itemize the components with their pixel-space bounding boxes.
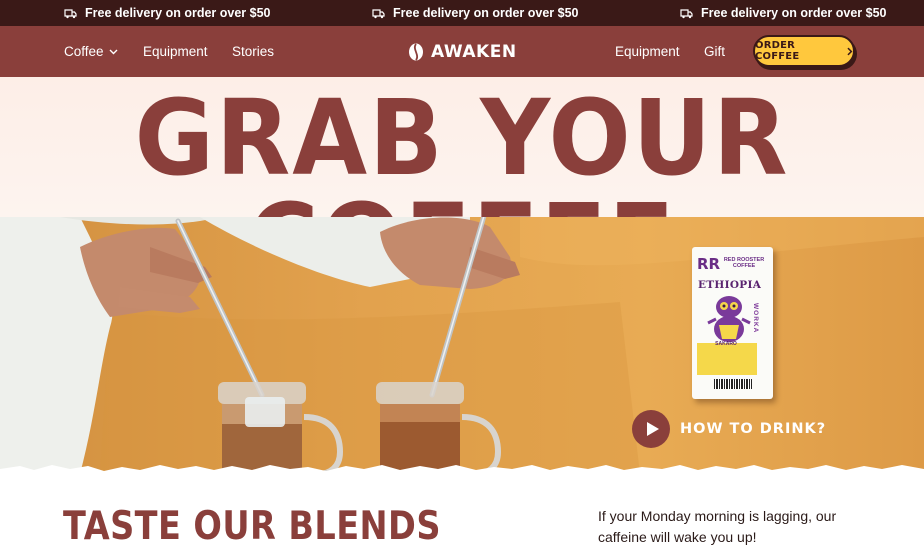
delivery-truck-icon xyxy=(680,8,693,18)
announcement-item: Free delivery on order over $50 xyxy=(372,0,579,26)
play-video-button[interactable] xyxy=(632,410,670,448)
announcement-item: Free delivery on order over $50 xyxy=(680,0,887,26)
nav-link-gift[interactable]: Gift xyxy=(704,26,725,77)
bag-monogram: RR xyxy=(697,255,721,273)
chevron-down-icon xyxy=(109,49,118,54)
how-to-drink-link[interactable]: HOW TO DRINK? xyxy=(680,421,826,437)
barcode-icon xyxy=(714,379,752,389)
bag-illustration xyxy=(707,296,751,342)
coffee-bean-icon xyxy=(409,42,423,61)
main-nav: Coffee Equipment Stories AWAKEN Equipmen… xyxy=(0,26,924,77)
delivery-truck-icon xyxy=(372,8,385,18)
announcement-text: Free delivery on order over $50 xyxy=(393,6,579,20)
play-icon xyxy=(646,422,659,436)
logo[interactable]: AWAKEN xyxy=(408,26,517,77)
logo-text: AWAKEN xyxy=(431,41,517,62)
nav-link-label: Coffee xyxy=(64,44,104,59)
bag-label-band xyxy=(697,343,757,375)
coffee-bag-product: RR RED ROOSTER COFFEE ETHIOPIA WORKA SAK… xyxy=(692,247,773,399)
announcement-text: Free delivery on order over $50 xyxy=(701,6,887,20)
nav-link-equipment[interactable]: Equipment xyxy=(143,26,208,77)
bag-brand: RED ROOSTER COFFEE xyxy=(723,257,765,270)
nav-link-equipment-right[interactable]: Equipment xyxy=(615,26,680,77)
delivery-truck-icon xyxy=(64,8,77,18)
nav-link-stories[interactable]: Stories xyxy=(232,26,274,77)
blends-copy: If your Monday morning is lagging, our c… xyxy=(598,508,837,545)
announcement-bar: Free delivery on order over $50 Free del… xyxy=(0,0,924,26)
announcement-item: Free delivery on order over $50 xyxy=(64,0,271,26)
announcement-text: Free delivery on order over $50 xyxy=(85,6,271,20)
torn-paper-edge xyxy=(0,465,924,480)
nav-link-coffee[interactable]: Coffee xyxy=(64,26,118,77)
order-coffee-button[interactable]: ORDER COFFEE xyxy=(753,35,855,67)
bag-origin: ETHIOPIA xyxy=(698,279,762,291)
chevron-right-icon xyxy=(847,47,853,55)
bag-variety: SAKARO xyxy=(715,341,737,347)
blends-title: TASTE OUR BLENDS xyxy=(63,504,441,549)
hero-photo: RR RED ROOSTER COFFEE ETHIOPIA WORKA SAK… xyxy=(0,217,924,474)
order-coffee-label: ORDER COFFEE xyxy=(755,40,800,62)
